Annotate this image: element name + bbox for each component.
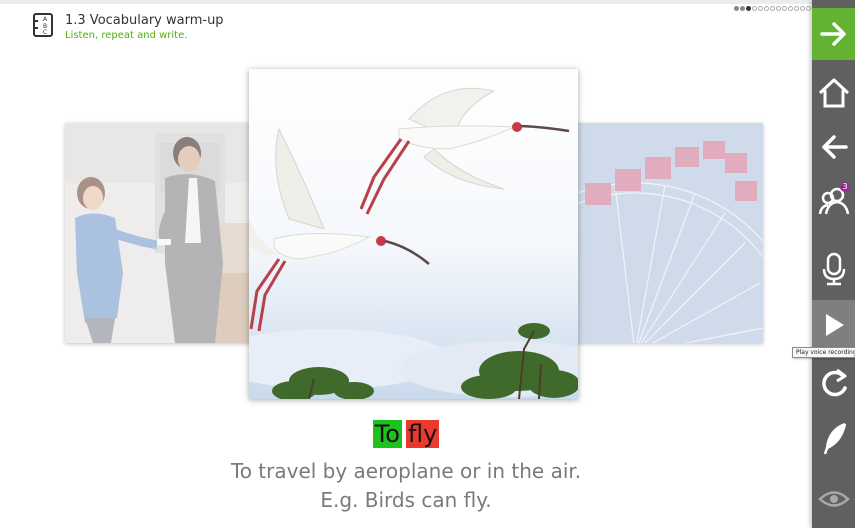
redo-button[interactable] — [812, 358, 855, 408]
microphone-icon — [822, 252, 845, 286]
word-definition: To travel by aeroplane or in the air. — [230, 459, 582, 483]
page-dot[interactable] — [788, 6, 793, 11]
feather-pen-icon — [823, 422, 846, 455]
page-dot[interactable] — [794, 6, 799, 11]
team-count-badge: 3 — [840, 182, 850, 192]
arrow-right-icon — [819, 22, 846, 46]
photo-card-left[interactable] — [65, 123, 255, 343]
page-dot[interactable] — [740, 6, 745, 11]
word-part-fly[interactable]: fly — [405, 420, 440, 448]
back-button[interactable] — [812, 122, 855, 172]
exercise-title: 1.3 Vocabulary warm-up — [65, 13, 224, 28]
exercise-instruction: Listen, repeat and write. — [65, 30, 188, 41]
photo-ferris-wheel — [575, 123, 763, 343]
record-button[interactable] — [812, 244, 855, 294]
photo-card-right[interactable] — [575, 123, 763, 343]
top-border — [0, 0, 812, 4]
arrow-left-icon — [821, 135, 848, 159]
page-dot[interactable] — [764, 6, 769, 11]
right-toolbar: 3 — [812, 0, 855, 528]
page-dot[interactable] — [806, 6, 811, 11]
next-button[interactable] — [812, 8, 855, 60]
svg-text:C: C — [43, 29, 47, 36]
vocabulary-word: To fly — [0, 418, 812, 450]
page-dot[interactable] — [734, 6, 739, 11]
play-recording-tooltip: Play voice recording — [792, 347, 855, 358]
eye-icon — [817, 491, 850, 507]
page-dot[interactable] — [746, 6, 751, 11]
page-dot[interactable] — [758, 6, 763, 11]
play-recording-button[interactable] — [812, 300, 855, 350]
page-dot[interactable] — [752, 6, 757, 11]
abc-book-icon: A B C — [33, 13, 53, 37]
lesson-stage: A B C 1.3 Vocabulary warm-up Listen, rep… — [0, 0, 812, 528]
word-part-to[interactable]: To — [372, 420, 402, 448]
page-indicator[interactable] — [734, 6, 812, 12]
write-button[interactable] — [812, 414, 855, 464]
page-dot[interactable] — [776, 6, 781, 11]
word-example: E.g. Birds can fly. — [320, 488, 492, 512]
photo-birds-flying — [249, 69, 578, 399]
page-dot[interactable] — [782, 6, 787, 11]
play-icon — [825, 314, 844, 336]
home-icon — [818, 78, 849, 108]
show-answers-button[interactable] — [812, 474, 855, 524]
photo-people — [65, 123, 255, 343]
home-button[interactable] — [812, 68, 855, 118]
photo-card-center[interactable] — [249, 69, 578, 399]
page-dot[interactable] — [800, 6, 805, 11]
team-button[interactable]: 3 — [812, 176, 855, 226]
page-dot[interactable] — [770, 6, 775, 11]
redo-icon — [821, 368, 847, 397]
